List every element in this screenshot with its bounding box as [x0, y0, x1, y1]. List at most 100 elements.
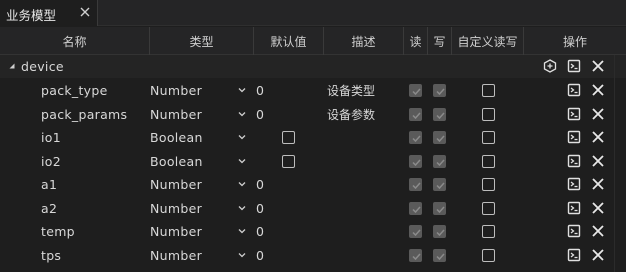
chevron-down-icon[interactable] — [237, 132, 247, 142]
triangle-expand-icon[interactable] — [8, 62, 16, 70]
table-row[interactable]: pack_type Number 0 设备类型 — [0, 79, 626, 102]
close-icon[interactable] — [591, 154, 605, 168]
type-select[interactable]: Number — [150, 220, 248, 243]
chevron-down-icon[interactable] — [237, 85, 247, 95]
add-node-icon[interactable] — [543, 59, 557, 73]
col-actions-header: 操作 — [562, 34, 587, 49]
tab-business-model[interactable]: 业务模型 — [0, 0, 98, 26]
type-select[interactable]: Number — [150, 79, 248, 102]
custom-rw-checkbox[interactable] — [482, 131, 495, 144]
script-edit-icon[interactable] — [567, 130, 581, 144]
chevron-down-icon[interactable] — [237, 226, 247, 236]
read-checkbox — [409, 178, 422, 191]
group-row-device[interactable]: device — [0, 55, 626, 78]
custom-rw-checkbox[interactable] — [482, 155, 495, 168]
type-select[interactable]: Number — [150, 197, 248, 220]
read-checkbox — [409, 249, 422, 262]
col-desc-header[interactable]: 描述 — [324, 27, 404, 55]
field-name[interactable]: io2 — [41, 150, 61, 173]
script-edit-icon[interactable] — [567, 154, 581, 168]
type-select[interactable]: Boolean — [150, 126, 248, 149]
col-write-header[interactable]: 写 — [428, 27, 452, 55]
table-row[interactable]: a1 Number 0 — [0, 173, 626, 196]
script-edit-icon[interactable] — [567, 83, 581, 97]
chevron-down-icon[interactable] — [237, 109, 247, 119]
table-row[interactable]: temp Number 0 — [0, 220, 626, 243]
close-icon[interactable] — [591, 59, 605, 73]
tab-label: 业务模型 — [6, 8, 57, 23]
field-name[interactable]: io1 — [41, 126, 61, 149]
read-checkbox — [409, 108, 422, 121]
default-value-input[interactable]: 0 — [256, 197, 264, 220]
field-name[interactable]: tps — [41, 244, 61, 267]
write-checkbox — [433, 84, 446, 97]
table-row[interactable]: a2 Number 0 — [0, 197, 626, 220]
write-checkbox — [433, 108, 446, 121]
field-name[interactable]: a1 — [41, 173, 57, 196]
close-icon[interactable] — [591, 83, 605, 97]
read-checkbox — [409, 84, 422, 97]
col-type-header[interactable]: 类型 — [150, 27, 254, 55]
field-name[interactable]: pack_params — [41, 103, 127, 126]
table-row[interactable]: pack_params Number 0 设备参数 — [0, 103, 626, 126]
field-name[interactable]: a2 — [41, 197, 57, 220]
table-header: 名称 类型 默认值 描述 读 写 自定义读写 操作 — [0, 27, 626, 55]
custom-rw-checkbox[interactable] — [482, 249, 495, 262]
default-value-input[interactable]: 0 — [256, 173, 264, 196]
chevron-down-icon[interactable] — [237, 203, 247, 213]
field-name[interactable]: pack_type — [41, 79, 108, 102]
default-checkbox[interactable] — [282, 131, 295, 144]
close-icon[interactable] — [591, 201, 605, 215]
table-row[interactable]: tps Number 0 — [0, 244, 626, 267]
group-label: device — [21, 59, 64, 74]
type-select[interactable]: Number — [150, 173, 248, 196]
custom-rw-checkbox[interactable] — [482, 225, 495, 238]
read-checkbox — [409, 131, 422, 144]
default-value-input[interactable]: 0 — [256, 244, 264, 267]
field-name[interactable]: temp — [41, 220, 75, 243]
read-checkbox — [409, 155, 422, 168]
table-row[interactable]: io1 Boolean — [0, 126, 626, 149]
default-checkbox[interactable] — [282, 155, 295, 168]
close-icon[interactable] — [591, 107, 605, 121]
read-checkbox — [409, 202, 422, 215]
description-input[interactable]: 设备参数 — [327, 103, 375, 126]
close-icon[interactable] — [591, 130, 605, 144]
chevron-down-icon[interactable] — [237, 250, 247, 260]
close-icon[interactable] — [591, 177, 605, 191]
write-checkbox — [433, 178, 446, 191]
custom-rw-checkbox[interactable] — [482, 108, 495, 121]
chevron-down-icon[interactable] — [237, 156, 247, 166]
write-checkbox — [433, 225, 446, 238]
read-checkbox — [409, 225, 422, 238]
script-edit-icon[interactable] — [567, 224, 581, 238]
col-read-header[interactable]: 读 — [404, 27, 428, 55]
col-default-header[interactable]: 默认值 — [254, 27, 324, 55]
chevron-down-icon[interactable] — [237, 179, 247, 189]
script-edit-icon[interactable] — [567, 177, 581, 191]
default-value-input[interactable]: 0 — [256, 79, 264, 102]
type-select[interactable]: Boolean — [150, 150, 248, 173]
script-edit-icon[interactable] — [567, 248, 581, 262]
write-checkbox — [433, 155, 446, 168]
col-custom-rw-header[interactable]: 自定义读写 — [452, 27, 524, 55]
default-value-input[interactable]: 0 — [256, 103, 264, 126]
close-icon[interactable] — [591, 248, 605, 262]
custom-rw-checkbox[interactable] — [482, 178, 495, 191]
tab-strip: 业务模型 — [0, 0, 626, 26]
script-edit-icon[interactable] — [567, 59, 581, 73]
description-input[interactable]: 设备类型 — [327, 79, 375, 102]
col-name-header[interactable]: 名称 — [0, 27, 150, 55]
script-edit-icon[interactable] — [567, 201, 581, 215]
column-divider — [614, 55, 615, 272]
default-value-input[interactable]: 0 — [256, 220, 264, 243]
type-select[interactable]: Number — [150, 244, 248, 267]
script-edit-icon[interactable] — [567, 107, 581, 121]
business-model-panel: 业务模型 名称 类型 默认值 描述 读 写 自定义读写 操作 device pa… — [0, 0, 626, 272]
table-row[interactable]: io2 Boolean — [0, 150, 626, 173]
type-select[interactable]: Number — [150, 103, 248, 126]
custom-rw-checkbox[interactable] — [482, 84, 495, 97]
custom-rw-checkbox[interactable] — [482, 202, 495, 215]
close-icon[interactable] — [591, 224, 605, 238]
close-icon[interactable] — [77, 4, 93, 20]
